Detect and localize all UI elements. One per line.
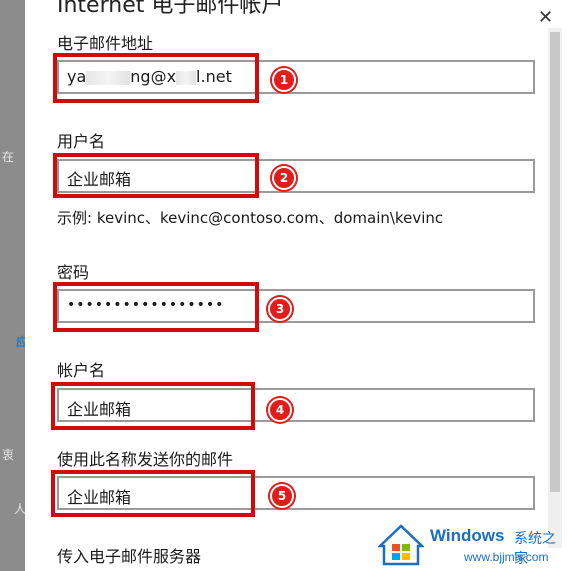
email-label: 电子邮件地址 bbox=[57, 34, 154, 53]
watermark-brand: Windows bbox=[430, 526, 505, 545]
background-text: 在 bbox=[2, 150, 15, 164]
step-badge: 1 bbox=[272, 68, 296, 92]
background-window: 在 应 衷 人 bbox=[0, 0, 28, 571]
step-badge: 3 bbox=[268, 297, 292, 321]
highlight-box bbox=[51, 382, 255, 430]
incoming-server-label: 传入电子邮件服务器 bbox=[57, 547, 202, 566]
password-label: 密码 bbox=[57, 263, 90, 282]
highlight-box bbox=[53, 282, 259, 332]
watermark-url: www.bjjmlv.com bbox=[464, 550, 549, 564]
close-icon[interactable]: ✕ bbox=[538, 7, 553, 28]
username-label: 用户名 bbox=[57, 132, 106, 151]
watermark: Windows 系统之家 www.bjjmlv.com bbox=[378, 520, 568, 570]
send-name-label: 使用此名称发送你的邮件 bbox=[57, 450, 234, 469]
dialog-title: Internet 电子邮件帐户 bbox=[57, 0, 284, 18]
scrollbar-thumb[interactable] bbox=[550, 32, 560, 492]
account-dialog: Internet 电子邮件帐户 ✕ 电子邮件地址 ya ng@x l.net 1 用… bbox=[25, 0, 568, 571]
username-hint: 示例: kevinc、kevinc@contoso.com、domain\kev… bbox=[57, 209, 444, 227]
windows-logo-icon bbox=[378, 524, 424, 566]
highlight-box bbox=[53, 53, 259, 103]
highlight-box bbox=[53, 153, 259, 198]
step-badge: 5 bbox=[270, 484, 294, 508]
highlight-box bbox=[51, 470, 255, 517]
step-badge: 4 bbox=[268, 398, 292, 422]
background-text: 衷 bbox=[2, 448, 15, 462]
scrollbar[interactable] bbox=[548, 28, 562, 548]
account-name-label: 帐户名 bbox=[57, 361, 106, 380]
step-badge: 2 bbox=[272, 166, 296, 190]
